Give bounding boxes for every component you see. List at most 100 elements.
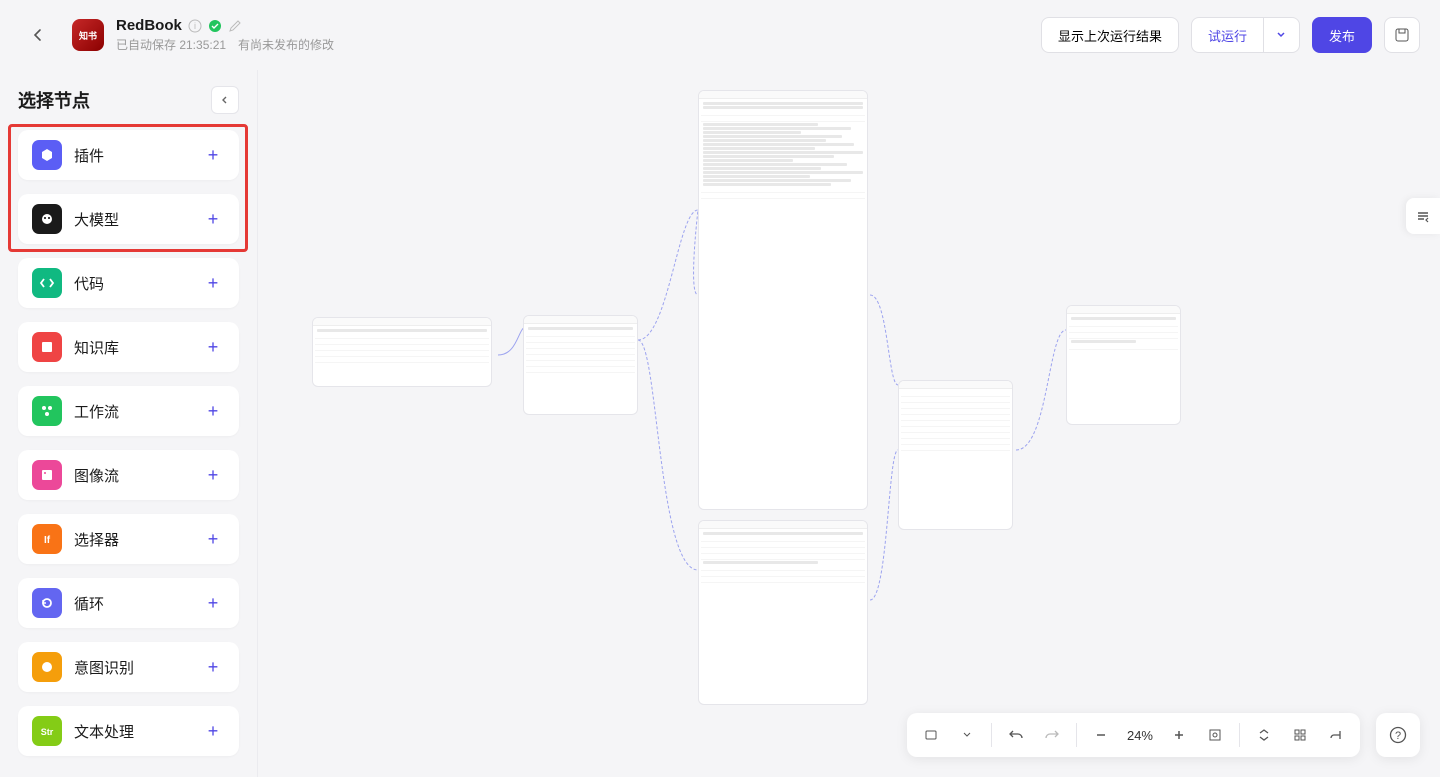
back-button[interactable] xyxy=(20,17,56,53)
canvas[interactable]: 24% ? xyxy=(258,70,1440,777)
app-title: RedBook xyxy=(116,17,182,34)
node-label: 图像流 xyxy=(74,465,201,486)
add-node-button[interactable]: + xyxy=(201,463,225,487)
help-button[interactable]: ? xyxy=(1376,713,1420,757)
publish-button[interactable]: 发布 xyxy=(1312,17,1372,53)
add-node-button[interactable]: + xyxy=(201,335,225,359)
unpublished-status: 有尚未发布的修改 xyxy=(238,36,334,53)
node-icon xyxy=(32,268,62,298)
help-icon: ? xyxy=(1389,726,1407,744)
add-node-button[interactable]: + xyxy=(201,207,225,231)
test-run-button[interactable]: 试运行 xyxy=(1191,17,1264,53)
collapse-icon xyxy=(1257,728,1271,742)
chevron-down-icon xyxy=(1276,30,1286,40)
add-node-button[interactable]: + xyxy=(201,719,225,743)
grid-icon xyxy=(1293,728,1307,742)
node-icon xyxy=(32,204,62,234)
node-item-6[interactable]: If 选择器+ xyxy=(18,514,239,564)
test-run-dropdown[interactable] xyxy=(1264,17,1300,53)
save-icon xyxy=(1394,27,1410,43)
node-item-7[interactable]: 循环+ xyxy=(18,578,239,628)
node-icon: If xyxy=(32,524,62,554)
header: 知书 RedBook i 已自动保存 21:35:21 有尚未发布的修改 显示上… xyxy=(0,0,1440,70)
layout-icon xyxy=(1329,728,1343,742)
info-icon[interactable]: i xyxy=(188,19,202,33)
zoom-out-button[interactable] xyxy=(1085,719,1117,751)
node-label: 代码 xyxy=(74,273,201,294)
chevron-left-icon xyxy=(30,27,46,43)
sidebar: 选择节点 插件+大模型+代码+知识库+工作流+图像流+If选择器+循环+意图识别… xyxy=(0,70,258,777)
node-icon xyxy=(32,460,62,490)
zoom-level: 24% xyxy=(1121,728,1159,743)
node-label: 大模型 xyxy=(74,209,201,230)
node-label: 意图识别 xyxy=(74,657,201,678)
layout-button[interactable] xyxy=(1320,719,1352,751)
node-icon xyxy=(32,396,62,426)
save-status: 已自动保存 21:35:21 xyxy=(116,36,226,53)
node-label: 文本处理 xyxy=(74,721,201,742)
add-node-button[interactable]: + xyxy=(201,527,225,551)
node-icon xyxy=(32,588,62,618)
node-item-0[interactable]: 插件+ xyxy=(18,130,239,180)
add-node-button[interactable]: + xyxy=(201,655,225,679)
svg-text:?: ? xyxy=(1395,730,1401,742)
add-node-button[interactable]: + xyxy=(201,143,225,167)
node-icon xyxy=(32,332,62,362)
test-run-split: 试运行 xyxy=(1191,17,1300,53)
chevron-down-icon xyxy=(963,731,971,739)
grid-button[interactable] xyxy=(1284,719,1316,751)
app-icon: 知书 xyxy=(72,19,104,51)
node-icon xyxy=(32,652,62,682)
workflow-node-large[interactable] xyxy=(698,90,868,510)
add-node-button[interactable]: + xyxy=(201,271,225,295)
undo-button[interactable] xyxy=(1000,719,1032,751)
node-icon: Str xyxy=(32,716,62,746)
add-node-button[interactable]: + xyxy=(201,399,225,423)
save-button[interactable] xyxy=(1384,17,1420,53)
node-label: 插件 xyxy=(74,145,201,166)
zoom-in-button[interactable] xyxy=(1163,719,1195,751)
add-node-button[interactable]: + xyxy=(201,591,225,615)
plus-icon xyxy=(1172,728,1186,742)
node-label: 知识库 xyxy=(74,337,201,358)
right-panel-toggle[interactable] xyxy=(1406,198,1440,234)
check-icon xyxy=(208,19,222,33)
node-label: 循环 xyxy=(74,593,201,614)
node-item-5[interactable]: 图像流+ xyxy=(18,450,239,500)
node-label: 工作流 xyxy=(74,401,201,422)
collapse-all-button[interactable] xyxy=(1248,719,1280,751)
undo-icon xyxy=(1008,727,1024,743)
redo-icon xyxy=(1044,727,1060,743)
node-item-2[interactable]: 代码+ xyxy=(18,258,239,308)
node-item-9[interactable]: Str 文本处理+ xyxy=(18,706,239,756)
workflow-node-end[interactable] xyxy=(1066,305,1181,425)
node-item-4[interactable]: 工作流+ xyxy=(18,386,239,436)
workflow-node-start[interactable] xyxy=(312,317,492,387)
svg-text:Str: Str xyxy=(41,727,54,737)
sidebar-title: 选择节点 xyxy=(18,87,90,113)
show-last-run-button[interactable]: 显示上次运行结果 xyxy=(1041,17,1179,53)
svg-text:i: i xyxy=(194,21,196,31)
node-item-8[interactable]: 意图识别+ xyxy=(18,642,239,692)
app-info: RedBook i 已自动保存 21:35:21 有尚未发布的修改 xyxy=(116,17,334,53)
workflow-node-2[interactable] xyxy=(523,315,638,415)
node-label: 选择器 xyxy=(74,529,201,550)
fit-view-button[interactable] xyxy=(1199,719,1231,751)
chevron-left-icon xyxy=(220,95,230,105)
node-item-3[interactable]: 知识库+ xyxy=(18,322,239,372)
canvas-toolbar: 24% xyxy=(907,713,1360,757)
edit-icon[interactable] xyxy=(228,19,242,33)
cursor-icon xyxy=(923,727,939,743)
minus-icon xyxy=(1094,728,1108,742)
workflow-node-4[interactable] xyxy=(698,520,868,705)
redo-button[interactable] xyxy=(1036,719,1068,751)
fit-icon xyxy=(1207,727,1223,743)
node-list: 插件+大模型+代码+知识库+工作流+图像流+If选择器+循环+意图识别+Str文… xyxy=(18,130,239,756)
panel-icon xyxy=(1415,208,1431,224)
workflow-node-5[interactable] xyxy=(898,380,1013,530)
cursor-dropdown[interactable] xyxy=(951,719,983,751)
cursor-tool[interactable] xyxy=(915,719,947,751)
node-item-1[interactable]: 大模型+ xyxy=(18,194,239,244)
collapse-sidebar-button[interactable] xyxy=(211,86,239,114)
node-icon xyxy=(32,140,62,170)
